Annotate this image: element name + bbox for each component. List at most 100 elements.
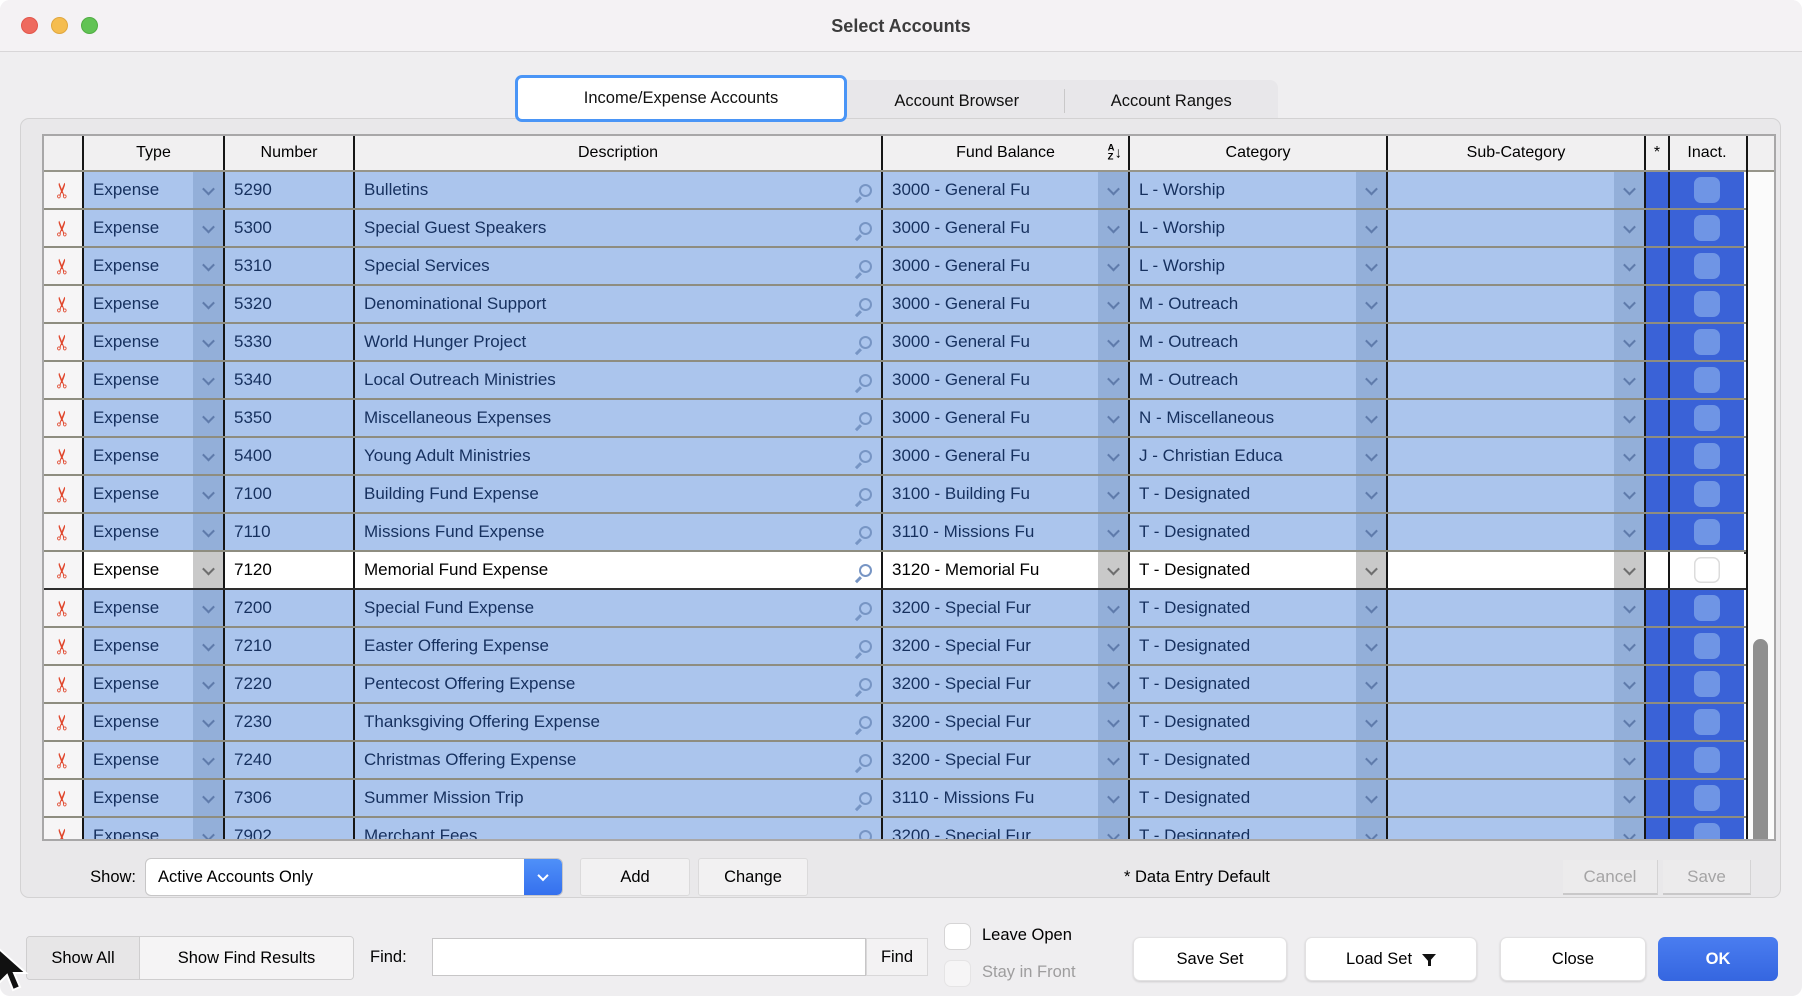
category-select[interactable]: M - Outreach (1128, 286, 1386, 322)
fund-balance-select[interactable]: 3000 - General Fu (881, 172, 1128, 208)
show-all-button[interactable]: Show All (27, 937, 139, 979)
subcategory-select[interactable] (1386, 780, 1644, 816)
magnifier-icon[interactable] (859, 298, 872, 311)
category-dropdown-arrow[interactable] (1356, 476, 1386, 512)
delete-row-button[interactable]: ✂ (44, 324, 82, 360)
magnifier-icon[interactable] (859, 222, 872, 235)
delete-row-button[interactable]: ✂ (44, 172, 82, 208)
find-button[interactable]: Find (866, 938, 928, 976)
delete-row-button[interactable]: ✂ (44, 210, 82, 246)
number-field[interactable]: 5320 (223, 286, 353, 322)
number-field[interactable]: 7306 (223, 780, 353, 816)
delete-row-button[interactable]: ✂ (44, 400, 82, 436)
description-field[interactable]: Easter Offering Expense (353, 628, 881, 664)
magnifier-icon[interactable] (859, 260, 872, 273)
delete-row-button[interactable]: ✂ (44, 818, 82, 839)
type-dropdown-arrow[interactable] (193, 362, 223, 398)
description-field[interactable]: Merchant Fees (353, 818, 881, 839)
delete-row-button[interactable]: ✂ (44, 552, 82, 588)
type-select[interactable]: Expense (82, 324, 223, 360)
fund-dropdown-arrow[interactable] (1098, 818, 1128, 839)
scrollbar-thumb[interactable] (1753, 639, 1768, 841)
number-field[interactable]: 5350 (223, 400, 353, 436)
magnifier-icon[interactable] (859, 716, 872, 729)
type-dropdown-arrow[interactable] (193, 704, 223, 740)
fund-balance-select[interactable]: 3000 - General Fu (881, 400, 1128, 436)
type-select[interactable]: Expense (82, 742, 223, 778)
close-button[interactable]: Close (1500, 937, 1646, 981)
inactive-checkbox[interactable] (1694, 215, 1720, 241)
inactive-checkbox[interactable] (1694, 671, 1720, 697)
vertical-scrollbar[interactable] (1746, 136, 1774, 839)
delete-row-button[interactable]: ✂ (44, 286, 82, 322)
delete-row-button[interactable]: ✂ (44, 704, 82, 740)
category-dropdown-arrow[interactable] (1356, 628, 1386, 664)
type-dropdown-arrow[interactable] (193, 552, 223, 588)
category-dropdown-arrow[interactable] (1356, 552, 1386, 588)
number-field[interactable]: 7230 (223, 704, 353, 740)
description-field[interactable]: Young Adult Ministries (353, 438, 881, 474)
category-select[interactable]: M - Outreach (1128, 324, 1386, 360)
inactive-checkbox[interactable] (1694, 785, 1720, 811)
subcategory-select[interactable] (1386, 590, 1644, 626)
find-input[interactable] (432, 938, 866, 976)
category-select[interactable]: N - Miscellaneous (1128, 400, 1386, 436)
description-field[interactable]: Summer Mission Trip (353, 780, 881, 816)
fund-balance-select[interactable]: 3000 - General Fu (881, 362, 1128, 398)
number-field[interactable]: 7100 (223, 476, 353, 512)
magnifier-icon[interactable] (859, 754, 872, 767)
type-select[interactable]: Expense (82, 210, 223, 246)
delete-row-button[interactable]: ✂ (44, 476, 82, 512)
type-select[interactable]: Expense (82, 248, 223, 284)
fund-balance-select[interactable]: 3110 - Missions Fu (881, 780, 1128, 816)
tab-account-ranges[interactable]: Account Ranges (1065, 80, 1279, 122)
sort-ascending-icon[interactable]: AZ ↓ (1108, 145, 1122, 162)
fund-dropdown-arrow[interactable] (1098, 324, 1128, 360)
magnifier-icon[interactable] (859, 412, 872, 425)
subcategory-select[interactable] (1386, 476, 1644, 512)
type-select[interactable]: Expense (82, 666, 223, 702)
category-dropdown-arrow[interactable] (1356, 818, 1386, 839)
magnifier-icon[interactable] (859, 336, 872, 349)
type-dropdown-arrow[interactable] (193, 438, 223, 474)
description-field[interactable]: Special Services (353, 248, 881, 284)
inactive-checkbox[interactable] (1694, 519, 1720, 545)
type-select[interactable]: Expense (82, 780, 223, 816)
category-dropdown-arrow[interactable] (1356, 514, 1386, 550)
show-find-results-button[interactable]: Show Find Results (139, 937, 353, 979)
category-select[interactable]: T - Designated (1128, 514, 1386, 550)
category-dropdown-arrow[interactable] (1356, 286, 1386, 322)
description-field[interactable]: Denominational Support (353, 286, 881, 322)
magnifier-icon[interactable] (859, 640, 872, 653)
type-dropdown-arrow[interactable] (193, 818, 223, 839)
category-dropdown-arrow[interactable] (1356, 248, 1386, 284)
subcategory-dropdown-arrow[interactable] (1614, 248, 1644, 284)
fund-dropdown-arrow[interactable] (1098, 704, 1128, 740)
subcategory-dropdown-arrow[interactable] (1614, 476, 1644, 512)
delete-row-button[interactable]: ✂ (44, 666, 82, 702)
subcategory-dropdown-arrow[interactable] (1614, 514, 1644, 550)
fund-balance-select[interactable]: 3000 - General Fu (881, 210, 1128, 246)
number-field[interactable]: 7220 (223, 666, 353, 702)
fund-dropdown-arrow[interactable] (1098, 248, 1128, 284)
inactive-checkbox[interactable] (1694, 633, 1720, 659)
subcategory-dropdown-arrow[interactable] (1614, 362, 1644, 398)
subcategory-select[interactable] (1386, 628, 1644, 664)
category-dropdown-arrow[interactable] (1356, 438, 1386, 474)
ok-button[interactable]: OK (1658, 937, 1778, 981)
fund-dropdown-arrow[interactable] (1098, 552, 1128, 588)
type-dropdown-arrow[interactable] (193, 780, 223, 816)
subcategory-select[interactable] (1386, 172, 1644, 208)
fund-dropdown-arrow[interactable] (1098, 742, 1128, 778)
number-field[interactable]: 5290 (223, 172, 353, 208)
type-dropdown-arrow[interactable] (193, 514, 223, 550)
delete-row-button[interactable]: ✂ (44, 362, 82, 398)
type-dropdown-arrow[interactable] (193, 400, 223, 436)
delete-row-button[interactable]: ✂ (44, 514, 82, 550)
description-field[interactable]: Bulletins (353, 172, 881, 208)
subcategory-dropdown-arrow[interactable] (1614, 742, 1644, 778)
inactive-checkbox[interactable] (1694, 481, 1720, 507)
subcategory-dropdown-arrow[interactable] (1614, 210, 1644, 246)
subcategory-select[interactable] (1386, 438, 1644, 474)
category-select[interactable]: T - Designated (1128, 780, 1386, 816)
